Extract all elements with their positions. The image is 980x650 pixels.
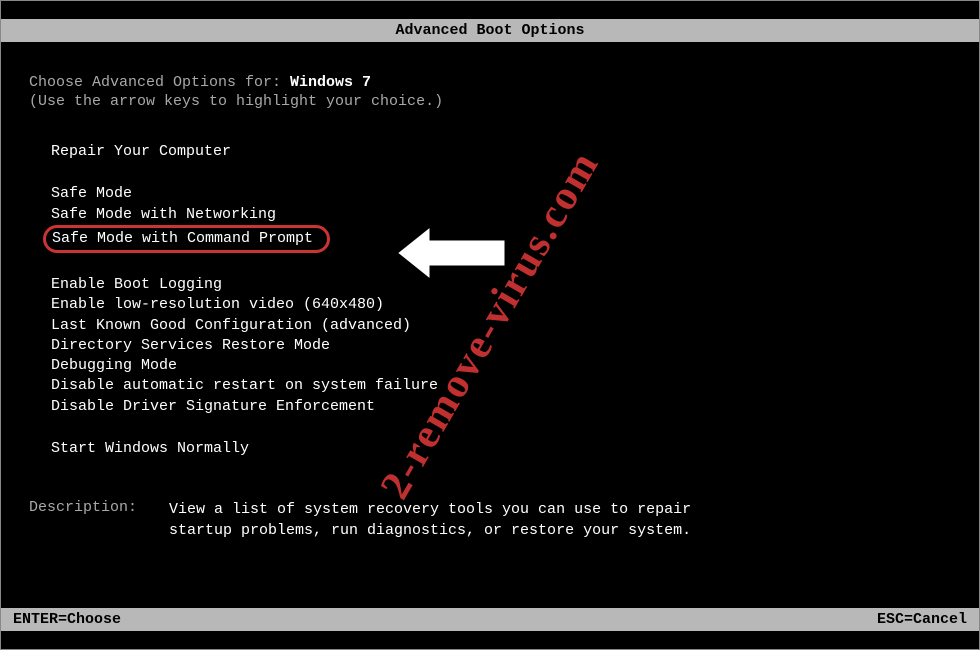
title-bar: Advanced Boot Options [1,19,979,42]
content-area: Choose Advanced Options for: Windows 7 (… [1,74,979,541]
header-prefix: Choose Advanced Options for: [29,74,290,91]
highlighted-option: Safe Mode with Command Prompt [43,225,330,253]
menu-item-safe-mode-networking[interactable]: Safe Mode with Networking [51,205,951,225]
description-line2: startup problems, run diagnostics, or re… [169,520,691,541]
menu-item-low-res[interactable]: Enable low-resolution video (640x480) [51,295,951,315]
description-area: Description: View a list of system recov… [29,499,951,541]
menu-item-disable-driver-sig[interactable]: Disable Driver Signature Enforcement [51,397,951,417]
menu-group-repair: Repair Your Computer [51,142,951,162]
window-title: Advanced Boot Options [395,22,584,39]
description-text: View a list of system recovery tools you… [169,499,691,541]
menu-item-safe-mode-cmd[interactable]: Safe Mode with Command Prompt [51,225,951,253]
menu-item-boot-logging[interactable]: Enable Boot Logging [51,275,951,295]
os-name: Windows 7 [290,74,371,91]
menu-group-safemode: Safe Mode Safe Mode with Networking Safe… [51,184,951,253]
description-line1: View a list of system recovery tools you… [169,499,691,520]
header-line: Choose Advanced Options for: Windows 7 [29,74,951,91]
menu-item-ds-restore[interactable]: Directory Services Restore Mode [51,336,951,356]
menu-item-repair[interactable]: Repair Your Computer [51,142,951,162]
menu-item-disable-auto-restart[interactable]: Disable automatic restart on system fail… [51,376,951,396]
menu-group-normal: Start Windows Normally [51,439,951,459]
hint-line: (Use the arrow keys to highlight your ch… [29,93,951,110]
footer-enter: ENTER=Choose [13,611,121,628]
menu-item-last-known-good[interactable]: Last Known Good Configuration (advanced) [51,316,951,336]
footer-esc: ESC=Cancel [877,611,967,628]
description-label: Description: [29,499,169,541]
footer-bar: ENTER=Choose ESC=Cancel [1,608,979,631]
menu-item-safe-mode[interactable]: Safe Mode [51,184,951,204]
menu-item-start-normal[interactable]: Start Windows Normally [51,439,951,459]
menu-group-advanced: Enable Boot Logging Enable low-resolutio… [51,275,951,417]
boot-menu[interactable]: Repair Your Computer Safe Mode Safe Mode… [29,142,951,459]
menu-item-debugging[interactable]: Debugging Mode [51,356,951,376]
